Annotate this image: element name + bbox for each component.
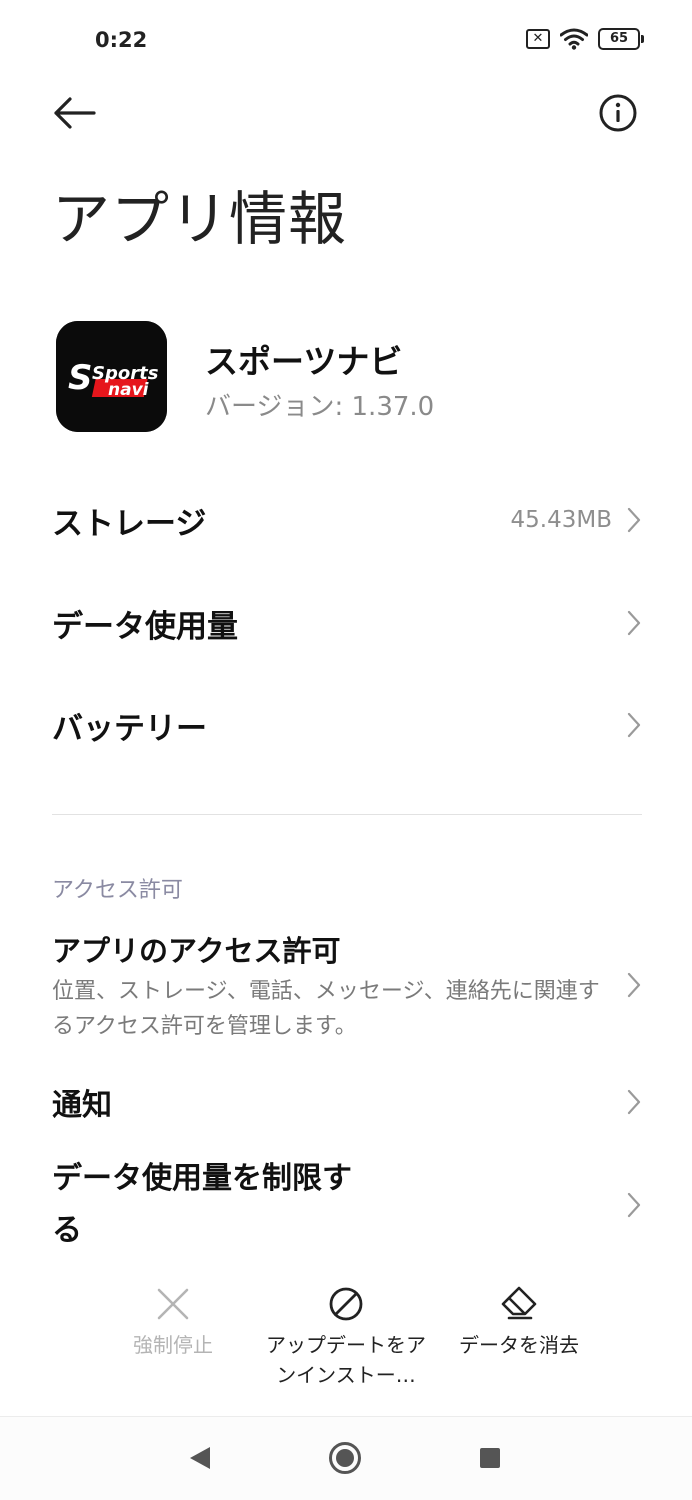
battery-level: 65 <box>598 28 640 50</box>
uninstall-updates-label: アップデートをアンインストー… <box>266 1333 426 1387</box>
notifications-label: 通知 <box>52 1088 112 1123</box>
app-icon: S Sports navi <box>56 321 167 432</box>
storage-value: 45.43MB <box>510 507 612 533</box>
chevron-right-icon <box>627 1089 641 1115</box>
section-divider <box>52 814 642 815</box>
nav-back-icon[interactable] <box>188 1445 212 1471</box>
version-number: 1.37.0 <box>351 392 435 422</box>
page-title: アプリ情報 <box>52 185 348 253</box>
notifications-row[interactable]: 通知 <box>52 1072 642 1132</box>
data-usage-label: データ使用量 <box>52 608 238 645</box>
close-x-icon <box>157 1288 189 1320</box>
chevron-right-icon <box>627 610 641 636</box>
battery-row[interactable]: バッテリー <box>52 695 642 755</box>
block-icon <box>329 1287 363 1321</box>
back-arrow-icon[interactable] <box>50 92 98 134</box>
app-name: スポーツナビ <box>205 342 403 381</box>
force-stop-button[interactable]: 強制停止 <box>88 1284 258 1360</box>
limit-data-label: データ使用量を制限する <box>52 1161 352 1248</box>
status-icons: ✕ 65 <box>526 28 644 50</box>
chevron-right-icon <box>627 507 641 533</box>
app-permissions-description: 位置、ストレージ、電話、メッセージ、連絡先に関連するアクセス許可を管理します。 <box>52 979 600 1039</box>
chevron-right-icon <box>627 1192 641 1218</box>
app-permissions-title: アプリのアクセス許可 <box>52 934 341 968</box>
storage-label: ストレージ <box>52 505 207 542</box>
svg-text:S: S <box>68 358 93 398</box>
data-usage-row[interactable]: データ使用量 <box>52 593 642 653</box>
app-permissions-row[interactable]: アプリのアクセス許可 位置、ストレージ、電話、メッセージ、連絡先に関連するアクセ… <box>52 928 642 1044</box>
wifi-icon <box>560 28 588 50</box>
nav-recents-icon[interactable] <box>479 1447 501 1469</box>
uninstall-updates-button[interactable]: アップデートをアンインストー… <box>261 1284 431 1390</box>
chevron-right-icon <box>627 712 641 738</box>
force-stop-label: 強制停止 <box>133 1333 213 1357</box>
eraser-icon <box>501 1286 537 1320</box>
status-time: 0:22 <box>95 28 148 52</box>
battery-icon: 65 <box>598 28 644 50</box>
section-header-permissions: アクセス許可 <box>52 878 183 903</box>
sportsnavi-logo-icon: S Sports navi <box>56 321 167 432</box>
nav-home-icon[interactable] <box>328 1441 362 1475</box>
version-label: バージョン: <box>205 392 352 422</box>
svg-text:navi: navi <box>108 380 150 400</box>
storage-row[interactable]: ストレージ 45.43MB <box>52 490 642 550</box>
battery-label: バッテリー <box>52 710 207 747</box>
no-sim-icon: ✕ <box>526 29 550 49</box>
clear-data-button[interactable]: データを消去 <box>434 1284 604 1360</box>
clear-data-label: データを消去 <box>459 1333 579 1357</box>
limit-data-row[interactable]: データ使用量を制限する <box>52 1155 642 1255</box>
info-icon[interactable] <box>597 92 639 134</box>
app-version: バージョン: 1.37.0 <box>205 386 434 423</box>
navigation-bar <box>0 1417 692 1500</box>
chevron-right-icon <box>627 972 641 998</box>
